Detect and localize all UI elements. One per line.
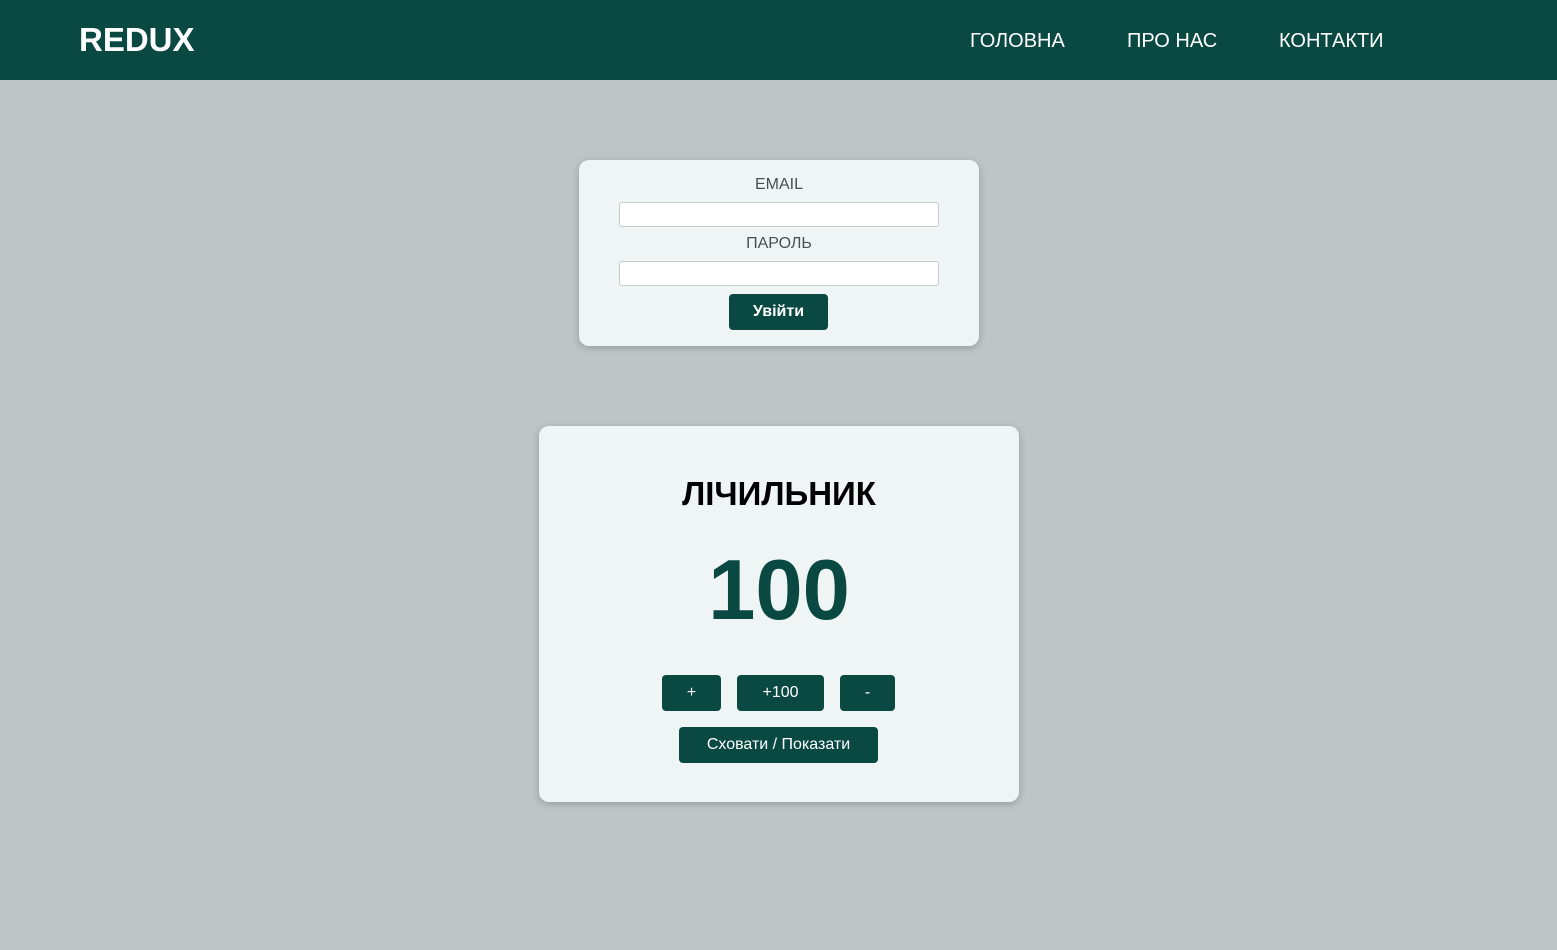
password-field[interactable] <box>619 261 939 286</box>
toggle-counter-button[interactable]: Сховати / Показати <box>679 727 878 763</box>
email-label: EMAIL <box>754 176 803 193</box>
top-header: REDUX ГОЛОВНА ПРО НАС КОНТАКТИ <box>0 0 1557 80</box>
increment-button[interactable]: + <box>662 675 721 711</box>
email-field[interactable] <box>619 202 939 227</box>
login-card: EMAIL ПАРОЛЬ Увійти <box>579 160 979 346</box>
nav-link-about[interactable]: ПРО НАС <box>1127 28 1217 54</box>
counter-value: 100 <box>708 543 850 638</box>
counter-title: ЛІЧИЛЬНИК <box>682 475 876 512</box>
nav-link-home[interactable]: ГОЛОВНА <box>970 28 1065 54</box>
main-nav: ГОЛОВНА ПРО НАС КОНТАКТИ <box>0 28 1557 54</box>
increment-100-button[interactable]: +100 <box>737 675 824 711</box>
decrement-button[interactable]: - <box>840 675 895 711</box>
password-label: ПАРОЛЬ <box>746 235 812 252</box>
login-button[interactable]: Увійти <box>729 294 828 330</box>
counter-card: ЛІЧИЛЬНИК 100 + +100 - Сховати / Показат… <box>539 426 1019 802</box>
nav-link-contacts[interactable]: КОНТАКТИ <box>1279 28 1384 54</box>
